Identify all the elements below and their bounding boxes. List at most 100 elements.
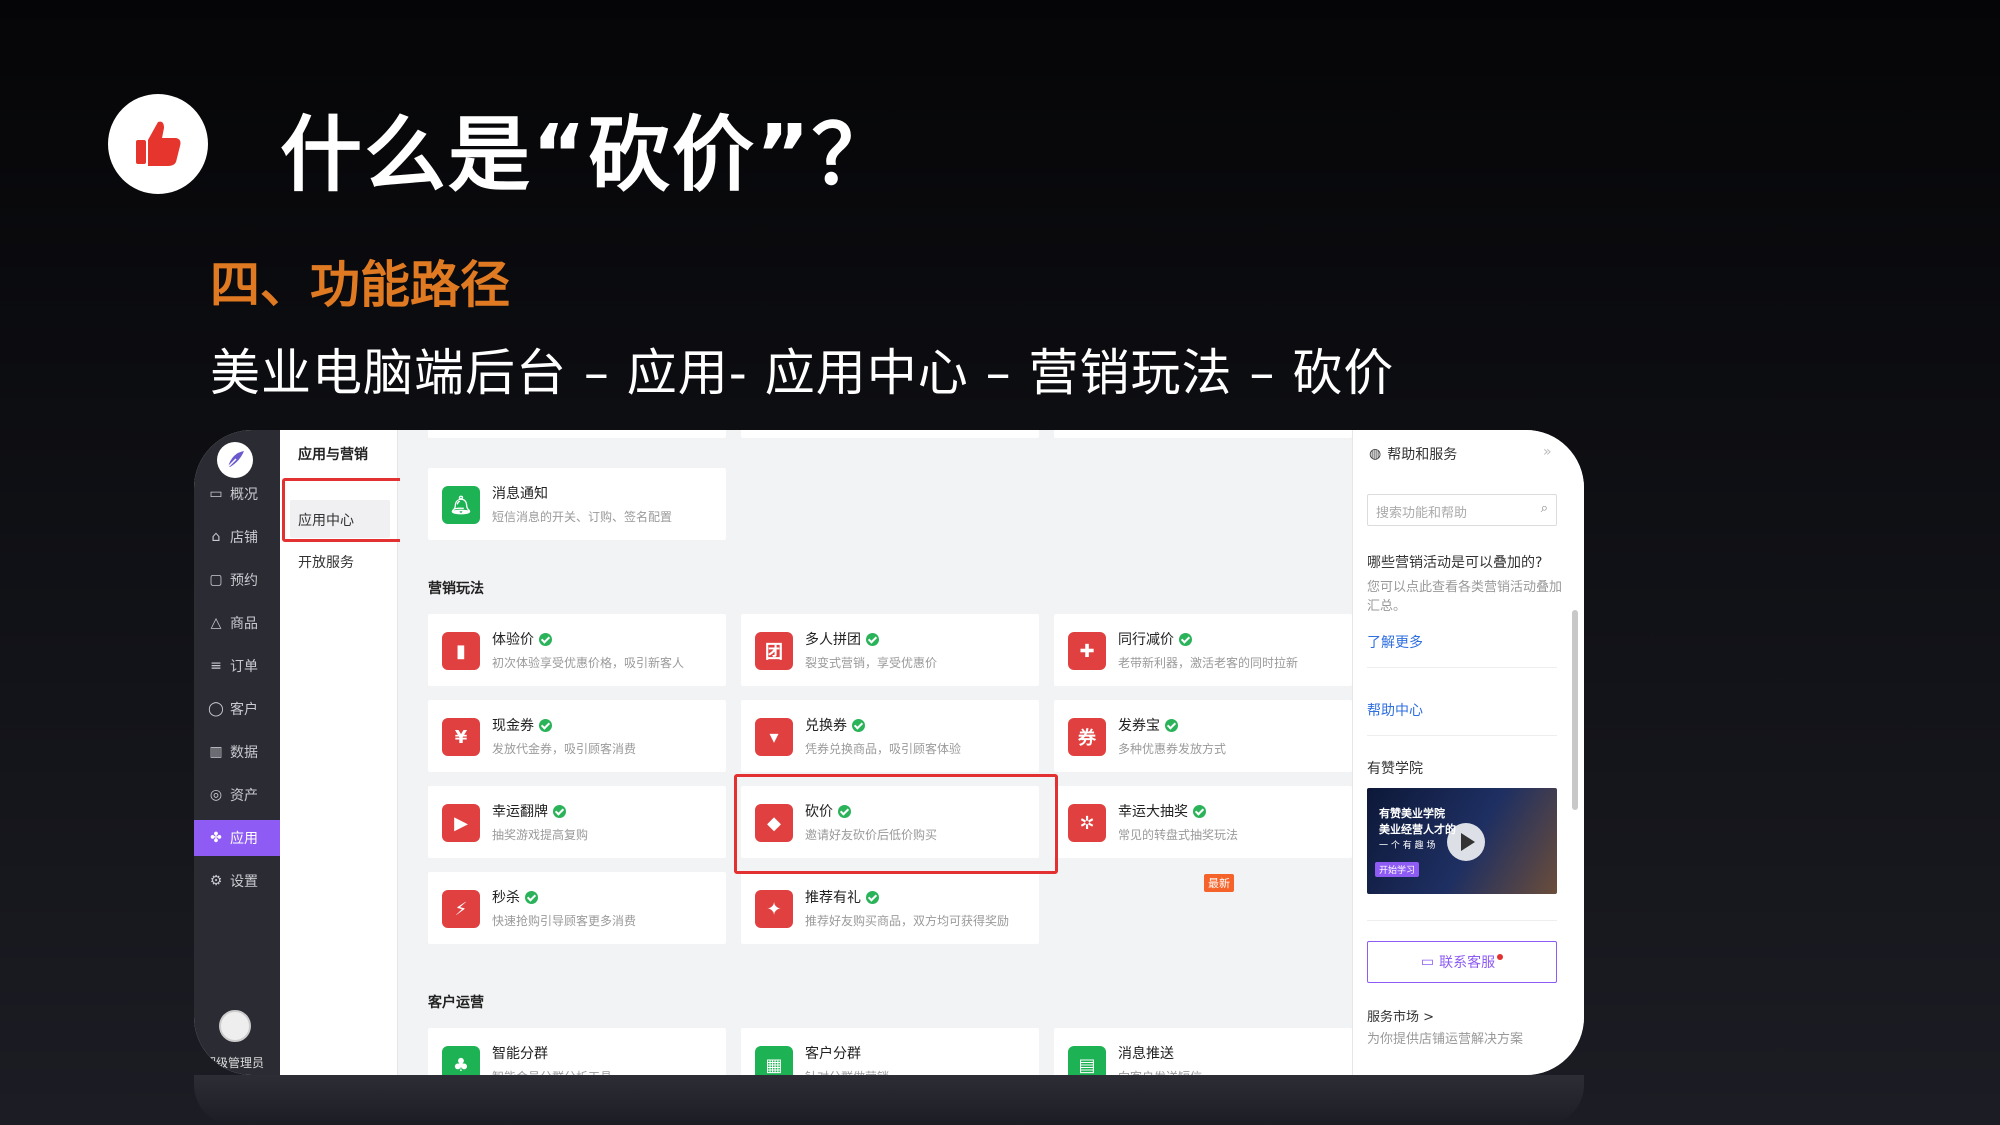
app-name: 推荐有礼 (805, 890, 861, 906)
nav-item-data[interactable]: ▥ 数据 (194, 734, 280, 770)
divider (1367, 667, 1557, 668)
app-card[interactable]: ¥ 现金券 发放代金券，吸引顾客消费 (428, 700, 726, 772)
app-card[interactable]: ♣ 智能分群智能会员分群分析工具 (428, 1028, 726, 1075)
app-card[interactable]: ▶ 幸运翻牌 抽奖游戏提高复购 (428, 786, 726, 858)
nav-item-store[interactable]: ⌂ 店铺 (194, 519, 280, 555)
app-name: 客户分群 (805, 1046, 861, 1062)
nav-item-apps[interactable]: ✤ 应用 (194, 820, 280, 856)
exchange-coupon-icon: ▾ (755, 718, 793, 756)
bell-icon: 🔔︎ (442, 486, 480, 524)
chart-icon: ▥ (209, 744, 223, 760)
app-card[interactable]: ✲ 幸运大抽奖 常见的转盘式抽奖玩法 (1054, 786, 1352, 858)
app-desc: 常见的转盘式抽奖玩法 (1118, 828, 1239, 842)
app-name: 秒杀 (492, 890, 520, 906)
app-card[interactable]: ▤ 消息推送向客户发送短信 (1054, 1028, 1352, 1075)
app-name: 发券宝 (1118, 718, 1160, 734)
check-icon (866, 890, 879, 904)
app-desc: 发放代金券，吸引顾客消费 (492, 742, 637, 756)
reflection (194, 1075, 1584, 1125)
user-icon: ◯ (208, 701, 224, 717)
app-name: 幸运翻牌 (492, 804, 548, 820)
nav-item-overview[interactable]: ▭ 概况 (194, 476, 280, 512)
academy-video[interactable]: 有赞美业学院 美业经营人才的 一 个 有 趣 场 开始学习 (1367, 788, 1557, 894)
app-desc: 智能会员分群分析工具 (492, 1068, 612, 1075)
app-card-partial-2[interactable] (741, 430, 1039, 438)
app-desc: 裂变式营销，享受优惠价 (805, 656, 938, 670)
highlight-bargain-card (734, 774, 1058, 874)
app-desc: 针对分群做营销 (805, 1068, 889, 1075)
calendar-icon: ▢ (209, 572, 223, 588)
service-market-link[interactable]: 服务市场 > (1367, 1006, 1567, 1025)
app-desc: 推荐好友购买商品，双方均可获得奖励 (805, 914, 1010, 928)
help-answer: 您可以点此查看各类营销活动叠加汇总。 (1367, 580, 1563, 614)
gift-icon: ✦ (755, 890, 793, 928)
apps-icon: ✤ (210, 830, 222, 846)
learn-more-link[interactable]: 了解更多 (1367, 632, 1423, 652)
search-icon[interactable]: ⌕ (1541, 501, 1548, 516)
tag-icon: ▮ (442, 632, 480, 670)
lightning-icon: ⚡ (442, 890, 480, 928)
brand-logo[interactable] (217, 442, 253, 478)
help-panel: ◍ 帮助和服务 » 搜索功能和帮助 ⌕ 哪些营销活动是可以叠加的? 您可以点此查… (1352, 430, 1584, 1075)
app-card[interactable]: 团多人拼团 裂变式营销，享受优惠价 (741, 614, 1039, 686)
app-card[interactable]: ⚡ 秒杀 快速抢购引导顾客更多消费 (428, 872, 726, 944)
section-label-marketing: 营销玩法 (428, 581, 484, 597)
slide-title: 什么是“砍价”？ (280, 108, 896, 203)
thumbs-up-logo (108, 94, 208, 194)
help-question: 哪些营销活动是可以叠加的? (1367, 555, 1543, 571)
tree-icon: ♣ (442, 1046, 480, 1075)
bulb-icon: ◍ (1369, 446, 1382, 462)
avatar[interactable] (219, 1010, 251, 1042)
group-icon: 团 (755, 632, 793, 670)
app-card[interactable]: ✦ 推荐有礼推荐好友购买商品，双方均可获得奖励 (741, 872, 1039, 944)
collapse-icon[interactable]: » (1543, 444, 1552, 460)
divider (1367, 735, 1557, 736)
help-title: ◍ 帮助和服务 (1369, 446, 1458, 463)
app-desc: 老带新利器，激活老客的同时拉新 (1118, 656, 1299, 670)
app-card[interactable]: ▦ 客户分群针对分群做营销 (741, 1028, 1039, 1075)
new-badge: 最新 (1204, 874, 1234, 892)
app-name: 现金券 (492, 718, 534, 734)
nav-item-booking[interactable]: ▢ 预约 (194, 562, 280, 598)
academy-title: 有赞学院 (1367, 761, 1423, 777)
help-center-link[interactable]: 帮助中心 (1367, 700, 1423, 720)
app-desc: 向客户发送短信 (1118, 1068, 1202, 1075)
app-desc: 凭券兑换商品，吸引顾客体验 (805, 742, 962, 756)
check-icon (1193, 804, 1206, 818)
nav-item-assets[interactable]: ◎ 资产 (194, 777, 280, 813)
app-card-notice[interactable]: 🔔︎ 消息通知 短信消息的开关、订购、签名配置 (428, 468, 726, 540)
app-card[interactable]: ▾ 兑换券 凭券兑换商品，吸引顾客体验 (741, 700, 1039, 772)
help-search-input[interactable]: 搜索功能和帮助 ⌕ (1367, 494, 1557, 526)
check-icon (852, 718, 865, 732)
app-card[interactable]: 券发券宝 多种优惠券发放方式 (1054, 700, 1352, 772)
check-icon (539, 718, 552, 732)
check-icon (525, 890, 538, 904)
feather-logo-icon (227, 451, 244, 468)
subnav-item-open-service[interactable]: 开放服务 (298, 552, 354, 572)
app-center-content: 🔔︎ 消息通知 短信消息的开关、订购、签名配置 营销玩法 ▮ 体验价 初次体验享受优… (400, 430, 1352, 1075)
scrollbar[interactable] (1572, 610, 1578, 810)
app-desc: 抽奖游戏提高复购 (492, 828, 589, 842)
app-card-partial-3[interactable] (1054, 430, 1352, 438)
check-icon (1179, 632, 1192, 646)
nav-item-customers[interactable]: ◯ 客户 (194, 691, 280, 727)
check-icon (1165, 718, 1178, 732)
segment-icon: ▦ (755, 1046, 793, 1075)
start-learning-button[interactable]: 开始学习 (1375, 862, 1420, 877)
users-icon: ✚ (1068, 632, 1106, 670)
app-card[interactable]: ▮ 体验价 初次体验享受优惠价格，吸引新客人 (428, 614, 726, 686)
store-icon: ⌂ (211, 529, 221, 545)
play-icon[interactable] (1447, 823, 1485, 861)
check-icon (553, 804, 566, 818)
check-icon (539, 632, 552, 646)
subnav-title: 应用与营销 (298, 447, 368, 463)
contact-support-button[interactable]: ▭ 联系客服 (1367, 941, 1557, 983)
app-card[interactable]: ✚ 同行减价 老带新利器，激活老客的同时拉新 (1054, 614, 1352, 686)
app-desc: 多种优惠券发放方式 (1118, 742, 1227, 756)
app-card-partial-1[interactable] (428, 430, 726, 438)
nav-item-orders[interactable]: ≡ 订单 (194, 648, 280, 684)
nav-item-goods[interactable]: △ 商品 (194, 605, 280, 641)
nav-item-settings[interactable]: ⚙ 设置 (194, 863, 280, 899)
app-name: 体验价 (492, 632, 534, 648)
thumbs-up-icon (136, 121, 181, 166)
